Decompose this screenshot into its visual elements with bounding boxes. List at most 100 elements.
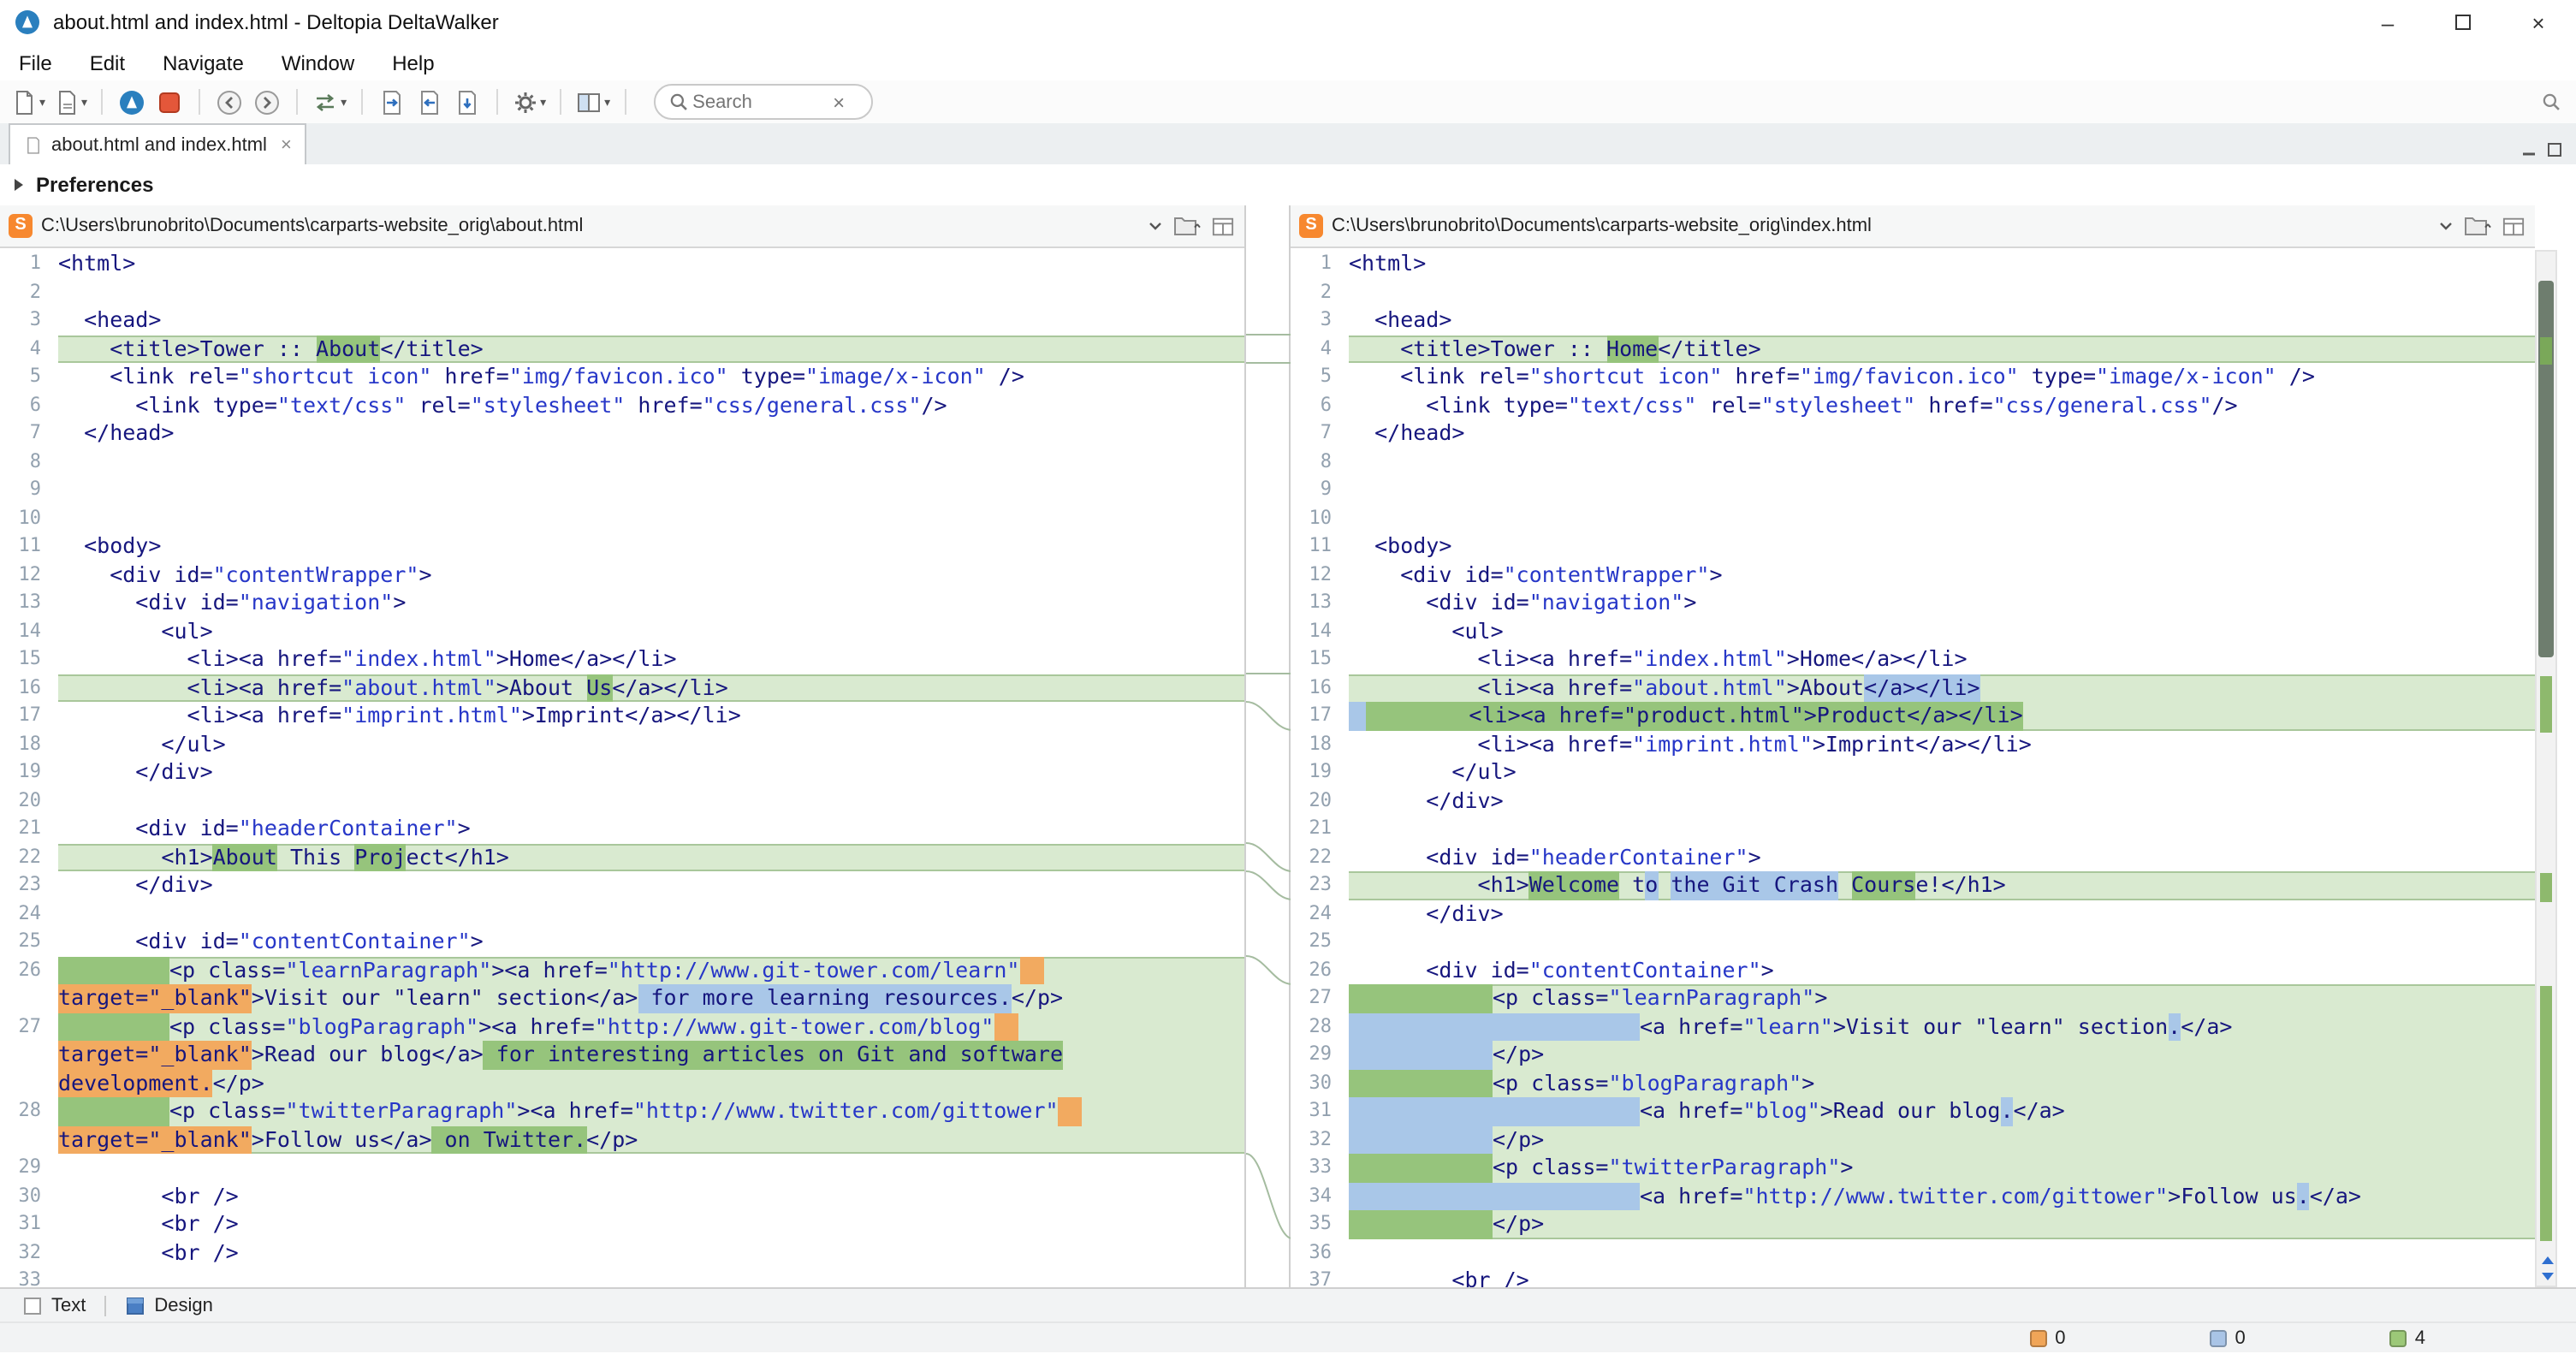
code-line[interactable] [1349, 815, 2535, 843]
swap-sides-button[interactable]: ▾ [312, 84, 347, 120]
minimize-button[interactable]: – [2350, 0, 2425, 45]
open-file-folder-icon[interactable] [1172, 214, 1202, 238]
code-line[interactable]: <div id="contentWrapper"> [58, 561, 1244, 589]
scrollbar-diff-mark[interactable] [2540, 873, 2552, 901]
code-line[interactable]: <head> [58, 306, 1244, 335]
code-line[interactable]: <a href="blog">Read our blog.</a> [1349, 1097, 2535, 1125]
code-line[interactable]: <h1>Welcome to the Git Crash Course!</h1… [1349, 871, 2535, 900]
editor-layout-icon[interactable] [2501, 215, 2526, 237]
code-line[interactable]: <br /> [1349, 1267, 2535, 1287]
code-line[interactable] [1349, 1238, 2535, 1267]
code-line[interactable]: <div id="navigation"> [1349, 589, 2535, 617]
code-line[interactable]: <br /> [58, 1238, 1244, 1267]
vertical-scrollbar[interactable] [2535, 250, 2557, 1287]
maximize-button[interactable] [2425, 0, 2501, 45]
code-line[interactable]: </head> [58, 419, 1244, 448]
code-line[interactable]: <br /> [58, 1210, 1244, 1238]
open-file-folder-icon[interactable] [2463, 214, 2492, 238]
previous-difference-button[interactable] [214, 84, 245, 120]
code-line[interactable]: </div> [58, 758, 1244, 787]
search-input[interactable] [689, 90, 826, 114]
code-line[interactable]: <link rel="shortcut icon" href="img/favi… [1349, 363, 2535, 391]
new-comparison-button[interactable]: ▾ [10, 84, 45, 120]
maximize-view-icon[interactable] [2547, 142, 2562, 157]
code-line[interactable]: <title>Tower :: Home</title> [1349, 335, 2535, 363]
code-line[interactable]: <li><a href="about.html">About</a></li> [1349, 674, 2535, 702]
code-line[interactable]: </head> [1349, 419, 2535, 448]
code-line[interactable]: <h1>About This Project</h1> [58, 843, 1244, 871]
tab-text[interactable]: Text [9, 1290, 99, 1321]
code-line[interactable]: <li><a href="imprint.html">Imprint</a></… [1349, 730, 2535, 758]
chevron-down-icon[interactable] [2437, 217, 2454, 235]
stop-button[interactable] [154, 84, 185, 120]
code-line[interactable] [58, 787, 1244, 815]
code-line[interactable] [1349, 928, 2535, 956]
code-line[interactable] [1349, 448, 2535, 476]
code-line[interactable]: <html> [58, 250, 1244, 278]
copy-to-right-button[interactable] [376, 84, 407, 120]
code-line[interactable]: <link rel="shortcut icon" href="img/favi… [58, 363, 1244, 391]
code-line[interactable]: <li><a href="about.html">About Us</a></l… [58, 674, 1244, 702]
code-line[interactable] [58, 476, 1244, 504]
code-line[interactable]: <a href="http://www.twitter.com/gittower… [1349, 1182, 2535, 1210]
editor-layout-icon[interactable] [1210, 215, 1236, 237]
code-line[interactable]: <body> [58, 532, 1244, 561]
code-line[interactable]: <head> [1349, 306, 2535, 335]
tab-close-icon[interactable]: × [281, 134, 292, 155]
code-line[interactable]: <p class="twitterParagraph"> [1349, 1154, 2535, 1182]
settings-button[interactable]: ▾ [511, 84, 546, 120]
code-line[interactable]: <p class="blogParagraph"> [1349, 1069, 2535, 1097]
minimize-view-icon[interactable] [2521, 142, 2537, 157]
chevron-down-icon[interactable] [1147, 217, 1164, 235]
scrollbar-diff-mark[interactable] [2540, 336, 2552, 365]
code-line[interactable] [58, 278, 1244, 306]
left-code-view[interactable]: 1234567891011121314151617181920212223242… [0, 248, 1244, 1287]
layout-columns-button[interactable]: ▾ [575, 84, 610, 120]
code-line[interactable]: <html> [1349, 250, 2535, 278]
code-line[interactable]: </p> [1349, 1210, 2535, 1238]
code-line[interactable]: <p class="learnParagraph"><a href="http:… [58, 956, 1244, 984]
search-clear-icon[interactable]: × [833, 90, 845, 114]
code-line[interactable]: </p> [1349, 1041, 2535, 1069]
code-line[interactable]: development.</p> [58, 1069, 1244, 1097]
next-difference-button[interactable] [252, 84, 282, 120]
code-line[interactable]: <link type="text/css" rel="stylesheet" h… [1349, 391, 2535, 419]
menu-file[interactable]: File [0, 50, 71, 74]
code-line[interactable]: <li><a href="imprint.html">Imprint</a></… [58, 702, 1244, 730]
menu-navigate[interactable]: Navigate [144, 50, 263, 74]
code-line[interactable]: <div id="headerContainer"> [1349, 843, 2535, 871]
code-line[interactable]: </ul> [1349, 758, 2535, 787]
code-line[interactable]: <body> [1349, 532, 2535, 561]
code-line[interactable]: <div id="contentContainer"> [58, 928, 1244, 956]
code-line[interactable]: target="_blank">Visit our "learn" sectio… [58, 984, 1244, 1013]
diff-navigation-arrows[interactable] [2538, 1255, 2557, 1282]
code-line[interactable]: <p class="learnParagraph"> [1349, 984, 2535, 1013]
quick-access-search-icon[interactable] [2535, 84, 2566, 120]
code-line[interactable] [1349, 278, 2535, 306]
code-line[interactable]: <div id="headerContainer"> [58, 815, 1244, 843]
code-line[interactable]: <title>Tower :: About</title> [58, 335, 1244, 363]
code-line[interactable]: </p> [1349, 1125, 2535, 1154]
session-tab[interactable]: about.html and index.html × [9, 123, 307, 164]
code-line[interactable]: <ul> [58, 617, 1244, 645]
open-session-button[interactable]: ▾ [52, 84, 87, 120]
code-line[interactable]: <div id="contentContainer"> [1349, 956, 2535, 984]
copy-to-left-button[interactable] [413, 84, 444, 120]
scrollbar-diff-mark[interactable] [2540, 675, 2552, 732]
code-line[interactable]: <br /> [58, 1182, 1244, 1210]
merge-all-button[interactable] [451, 84, 482, 120]
code-line[interactable]: </div> [1349, 900, 2535, 928]
code-line[interactable]: </ul> [58, 730, 1244, 758]
menu-help[interactable]: Help [373, 50, 453, 74]
code-line[interactable]: <div id="contentWrapper"> [1349, 561, 2535, 589]
code-line[interactable]: </div> [1349, 787, 2535, 815]
close-button[interactable]: × [2501, 0, 2576, 45]
tab-design[interactable]: Design [111, 1290, 227, 1321]
compare-button[interactable] [116, 84, 147, 120]
menu-edit[interactable]: Edit [71, 50, 144, 74]
code-line[interactable] [58, 900, 1244, 928]
code-line[interactable] [58, 448, 1244, 476]
code-line[interactable] [1349, 476, 2535, 504]
code-line[interactable] [1349, 504, 2535, 532]
code-line[interactable]: target="_blank">Read our blog</a> for in… [58, 1041, 1244, 1069]
